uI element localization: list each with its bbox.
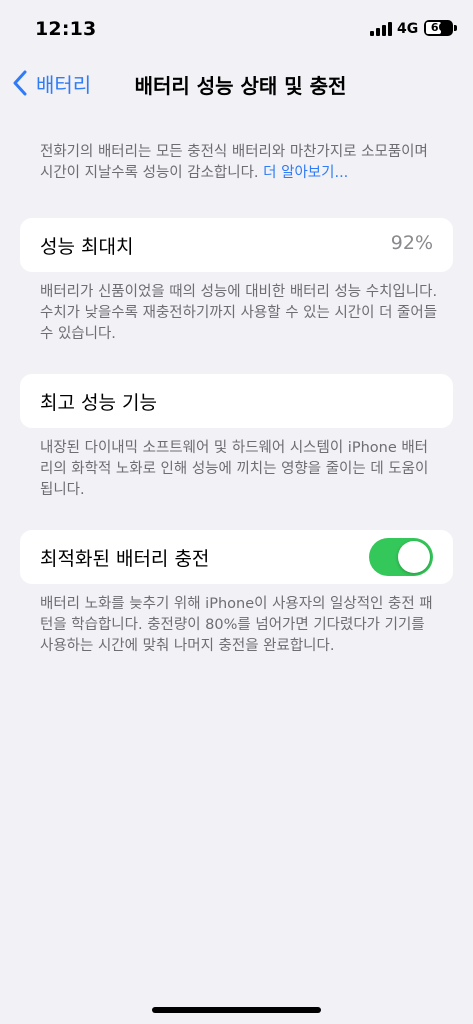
optimized-charging-footnote: 배터리 노화를 늦추기 위해 iPhone이 사용자의 일상적인 충전 패턴을 … [40,596,433,654]
status-bar: 12:13 4G 60 [0,0,473,56]
page-title: 배터리 성능 상태 및 충전 [134,74,347,98]
network-type: 4G [397,21,419,37]
max-capacity-value: 92% [390,232,433,254]
optimized-charging-label: 최적화된 배터리 충전 [40,548,210,570]
battery-health-screen: 12:13 4G 60 배터리 배터리 성능 상태 및 충전 전화기의 배터리는… [0,0,473,1024]
peak-performance-cell: 최고 성능 기능 [20,374,453,428]
peak-performance-label: 최고 성능 기능 [40,392,157,414]
toggle-knob [398,541,430,573]
peak-performance-footnote: 내장된 다이내믹 소프트웨어 및 하드웨어 시스템이 iPhone 배터리의 화… [40,440,429,498]
intro-text: 전화기의 배터리는 모든 충전식 배터리와 마찬가지로 소모품이며 시간이 지날… [40,144,428,181]
battery-level: 60 [430,21,447,34]
status-time: 12:13 [35,18,97,40]
optimized-charging-toggle[interactable] [369,538,433,576]
battery-nub [454,25,457,31]
optimized-charging-cell: 최적화된 배터리 충전 [20,530,453,584]
cellular-signal-icon [370,22,392,36]
navigation-bar: 배터리 배터리 성능 상태 및 충전 [0,56,473,108]
learn-more-link[interactable]: 더 알아보기... [263,165,348,181]
intro-description: 전화기의 배터리는 모든 충전식 배터리와 마찬가지로 소모품이며 시간이 지날… [40,142,440,184]
battery-icon: 60 [424,20,453,36]
max-capacity-label: 성능 최대치 [40,236,134,258]
max-capacity-footnote: 배터리가 신품이었을 때의 성능에 대비한 배터리 성능 수치입니다. 수치가 … [40,284,438,342]
home-indicator[interactable] [152,1007,321,1013]
max-capacity-cell: 성능 최대치 92% [20,218,453,272]
